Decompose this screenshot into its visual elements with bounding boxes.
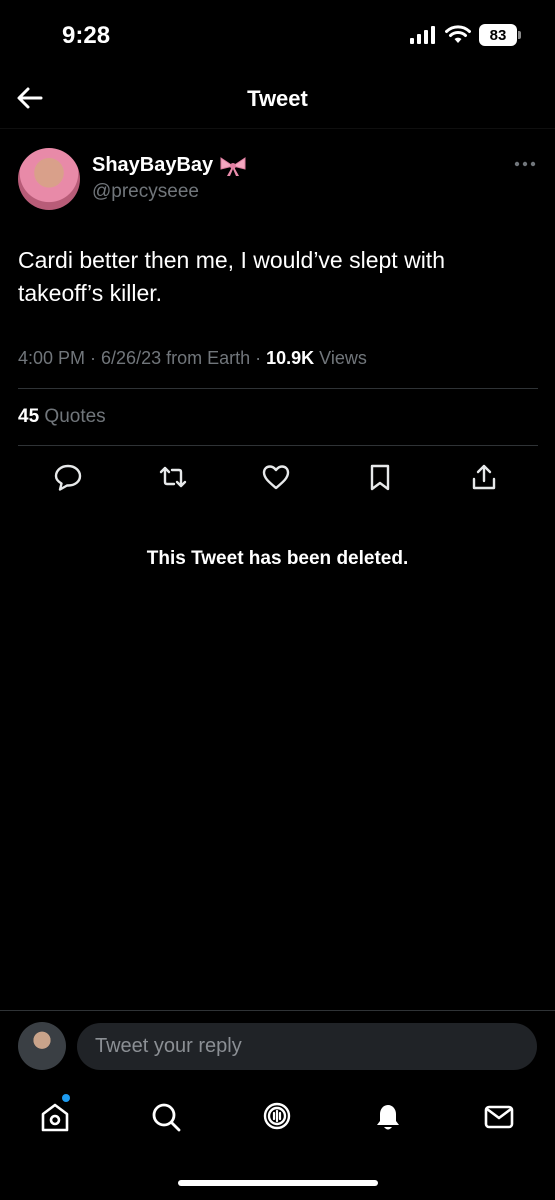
spaces-icon: [263, 1102, 291, 1130]
notifications-icon: [377, 1105, 399, 1130]
retweet-button[interactable]: [158, 462, 188, 492]
share-icon: [472, 464, 496, 490]
nav-messages[interactable]: [482, 1100, 516, 1134]
author-name: ShayBayBay: [92, 154, 214, 176]
reply-input[interactable]: [77, 1023, 537, 1070]
wifi-icon: [445, 25, 471, 43]
nav-search[interactable]: [149, 1100, 183, 1134]
divider: [18, 388, 538, 389]
reply-icon: [54, 464, 82, 491]
bookmark-button[interactable]: [365, 462, 395, 492]
like-icon: [262, 465, 290, 490]
author-name-row[interactable]: ShayBayBay: [92, 154, 247, 177]
header-divider: [0, 128, 555, 129]
quotes-link[interactable]: 45 Quotes: [18, 406, 106, 428]
signal-icon: [410, 26, 435, 44]
user-avatar[interactable]: [18, 1022, 66, 1070]
reply-divider: [0, 1010, 555, 1011]
retweet-icon: [159, 466, 187, 488]
tweet-timestamp: 4:00 PM · 6/26/23 from Earth ·: [18, 348, 267, 368]
tweet-text: Cardi better then me, I would’ve slept w…: [18, 247, 445, 306]
nav-home[interactable]: [38, 1100, 72, 1134]
nav-spaces[interactable]: [260, 1100, 294, 1134]
deleted-notice: This Tweet has been deleted.: [146, 548, 409, 569]
page-title: Tweet: [247, 86, 308, 111]
more-icon: [514, 161, 536, 167]
search-icon: [152, 1103, 181, 1132]
views-count: 10.9K: [266, 348, 315, 368]
like-button[interactable]: [261, 462, 291, 492]
battery-indicator: 83: [479, 24, 521, 46]
author-handle[interactable]: @precyseee: [92, 181, 199, 203]
quotes-label: Quotes: [39, 406, 106, 427]
status-icons: 83: [409, 24, 521, 46]
share-button[interactable]: [469, 462, 499, 492]
views-label: Views: [314, 348, 367, 368]
divider: [18, 445, 538, 446]
bookmark-icon: [370, 464, 390, 491]
messages-icon: [484, 1105, 514, 1129]
quotes-count: 45: [18, 406, 40, 427]
ribbon-emoji-icon: [220, 156, 246, 176]
more-options-button[interactable]: [510, 154, 540, 174]
battery-level: 83: [489, 26, 507, 44]
author-avatar[interactable]: [18, 148, 80, 210]
nav-notifications[interactable]: [371, 1100, 405, 1134]
status-time: 9:28: [62, 22, 111, 49]
tweet-meta: 4:00 PM · 6/26/23 from Earth · 10.9K Vie…: [18, 348, 367, 369]
home-indicator: [178, 1180, 378, 1186]
home-icon: [41, 1103, 69, 1132]
notification-dot: [62, 1094, 70, 1102]
reply-button[interactable]: [53, 462, 83, 492]
